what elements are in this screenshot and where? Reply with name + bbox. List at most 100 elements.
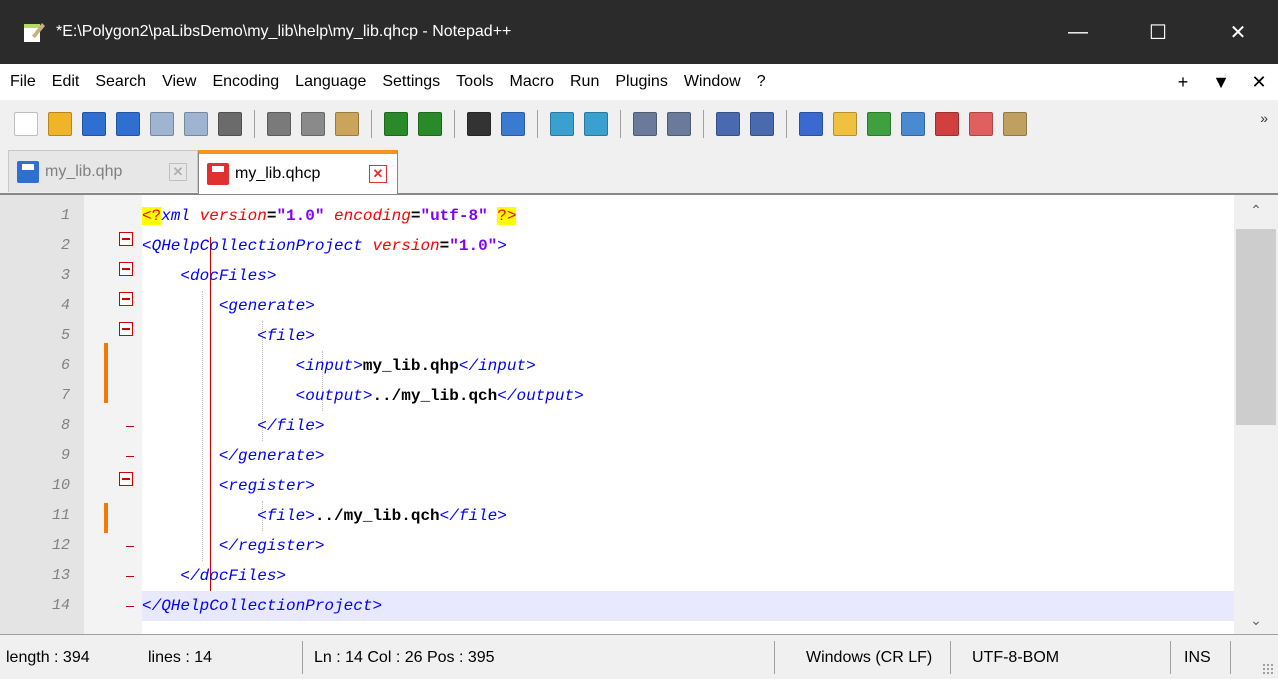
menu-language[interactable]: Language [295,73,366,91]
new-tab-button[interactable]: + [1164,72,1202,93]
code-line[interactable]: <file>../my_lib.qch</file> [142,501,1234,531]
word-wrap-icon[interactable] [716,112,740,136]
folder-workspace-icon[interactable] [935,112,959,136]
status-encoding: UTF-8-BOM [972,649,1060,666]
sync-vertical-icon[interactable] [633,112,657,136]
close-window-button[interactable]: ✕ [1198,0,1278,64]
tab-my-lib-qhp[interactable]: my_lib.qhp ✕ [8,150,198,192]
eye-icon[interactable] [1003,112,1027,136]
menu-settings[interactable]: Settings [382,73,440,91]
fold-toggle-icon[interactable] [119,292,133,306]
code-line[interactable]: <output>../my_lib.qch</output> [142,381,1234,411]
line-number: 12 [51,537,70,554]
line-number: 5 [60,327,70,344]
menu-search[interactable]: Search [95,73,146,91]
code-line[interactable]: <generate> [142,291,1234,321]
code-line[interactable]: </QHelpCollectionProject> [142,591,1234,621]
fold-end-marker [126,456,134,457]
toolbar-separator [454,110,455,138]
tab-list-button[interactable]: ▼ [1202,72,1240,93]
scroll-up-icon[interactable]: ⌃ [1234,195,1278,225]
copy-icon[interactable] [301,112,325,136]
cut-icon[interactable] [267,112,291,136]
fold-toggle-icon[interactable] [119,262,133,276]
vertical-scrollbar[interactable]: ⌃ ⌄ [1234,195,1278,635]
toolbar-separator [254,110,255,138]
open-file-icon[interactable] [48,112,72,136]
menu-bar: File Edit Search View Encoding Language … [0,64,1278,100]
line-number: 2 [60,237,70,254]
menu-file[interactable]: File [10,73,36,91]
code-line[interactable]: </file> [142,411,1234,441]
toolbar-separator [703,110,704,138]
indent-guide-icon[interactable] [799,112,823,136]
change-history-marker [104,503,108,533]
zoom-in-icon[interactable] [550,112,574,136]
change-history-marker [104,343,108,403]
code-line[interactable]: </docFiles> [142,561,1234,591]
tab-my-lib-qhcp[interactable]: my_lib.qhcp ✕ [198,150,398,194]
menu-window[interactable]: Window [684,73,741,91]
close-all-icon[interactable] [184,112,208,136]
fold-toggle-icon[interactable] [119,322,133,336]
fold-end-marker [126,606,134,607]
toolbar-separator [371,110,372,138]
menu-view[interactable]: View [162,73,196,91]
function-list-icon[interactable] [901,112,925,136]
line-number: 4 [60,297,70,314]
save-all-icon[interactable] [116,112,140,136]
toolbar-separator [537,110,538,138]
print-icon[interactable] [218,112,242,136]
fold-end-marker [126,576,134,577]
minimize-button[interactable]: — [1038,0,1118,64]
window-title: *E:\Polygon2\paLibsDemo\my_lib\help\my_l… [56,23,512,40]
scrollbar-thumb[interactable] [1236,229,1276,425]
fold-end-marker [126,426,134,427]
paste-icon[interactable] [335,112,359,136]
maximize-button[interactable]: ☐ [1118,0,1198,64]
menu-encoding[interactable]: Encoding [212,73,279,91]
monitoring-icon[interactable] [969,112,993,136]
code-line[interactable]: </register> [142,531,1234,561]
replace-icon[interactable] [501,112,525,136]
menu-plugins[interactable]: Plugins [615,73,667,91]
new-file-icon[interactable] [14,112,38,136]
menu-tools[interactable]: Tools [456,73,493,91]
fold-toggle-icon[interactable] [119,472,133,486]
code-line[interactable]: <docFiles> [142,261,1234,291]
code-line[interactable]: </generate> [142,441,1234,471]
menu-edit[interactable]: Edit [52,73,80,91]
doc-map-icon[interactable] [867,112,891,136]
udl-icon[interactable] [833,112,857,136]
tab-close-icon[interactable]: ✕ [369,165,387,183]
zoom-out-icon[interactable] [584,112,608,136]
show-all-chars-icon[interactable] [750,112,774,136]
redo-icon[interactable] [418,112,442,136]
code-line[interactable]: <?xml version="1.0" encoding="utf-8" ?> [142,201,1234,231]
line-number: 14 [51,597,70,614]
status-lines: lines : 14 [148,649,213,666]
tab-close-icon[interactable]: ✕ [169,162,187,181]
code-line[interactable]: <register> [142,471,1234,501]
fold-margin[interactable] [84,195,211,635]
status-eol: Windows (CR LF) [806,649,933,666]
code-line[interactable]: <file> [142,321,1234,351]
menu-macro[interactable]: Macro [510,73,554,91]
code-line[interactable]: <input>my_lib.qhp</input> [142,351,1234,381]
save-icon[interactable] [82,112,106,136]
undo-icon[interactable] [384,112,408,136]
code-area[interactable]: <?xml version="1.0" encoding="utf-8" ?> <… [142,201,1234,621]
close-document-button[interactable]: ✕ [1240,72,1278,93]
menu-help[interactable]: ? [757,73,766,91]
code-line[interactable]: <QHelpCollectionProject version="1.0"> [142,231,1234,261]
menu-run[interactable]: Run [570,73,599,91]
fold-toggle-icon[interactable] [119,232,133,246]
line-number: 11 [51,507,70,524]
editor[interactable]: 1 2 3 4 5 6 7 8 9 10 11 12 13 14 <?xml version="1.0" … [0,194,1278,635]
resize-grip[interactable] [1262,663,1274,675]
close-icon[interactable] [150,112,174,136]
find-icon[interactable] [467,112,491,136]
scroll-down-icon[interactable]: ⌄ [1234,605,1278,635]
toolbar-overflow-button[interactable]: » [1260,110,1268,126]
sync-horizontal-icon[interactable] [667,112,691,136]
